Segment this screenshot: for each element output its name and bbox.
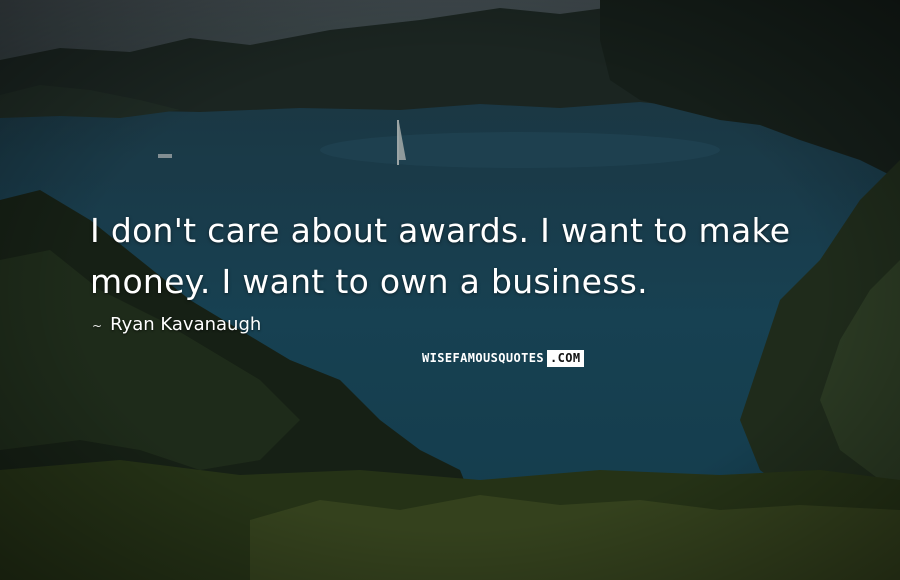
author-line: ~ Ryan Kavanaugh xyxy=(92,314,261,336)
quote-card: I don't care about awards. I want to mak… xyxy=(0,0,900,580)
author-name: Ryan Kavanaugh xyxy=(110,314,262,335)
site-watermark: WISEFAMOUSQUOTES .COM xyxy=(420,350,584,367)
watermark-tld: .COM xyxy=(547,350,584,367)
watermark-brand: WISEFAMOUSQUOTES xyxy=(422,351,544,365)
author-prefix: ~ xyxy=(92,319,103,333)
quote-text: I don't care about awards. I want to mak… xyxy=(90,211,791,301)
